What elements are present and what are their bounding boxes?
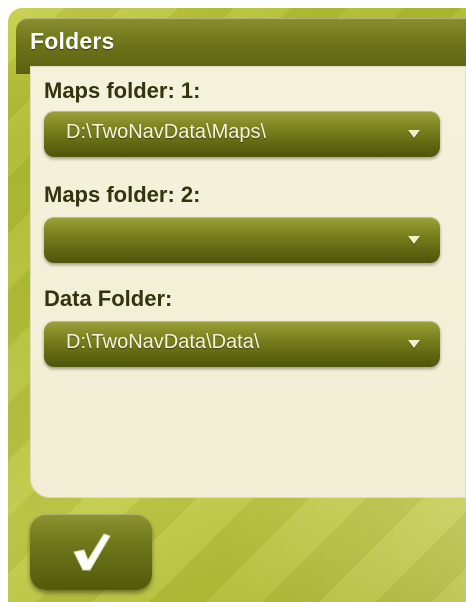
maps-folder-2-label: Maps folder: 2: (44, 182, 201, 207)
panel-title: Folders (30, 28, 115, 54)
chevron-down-icon (408, 236, 420, 244)
maps-folder-1-label: Maps folder: 1: (44, 78, 201, 103)
confirm-button[interactable] (30, 514, 152, 590)
maps-folder-2-dropdown[interactable] (44, 217, 440, 263)
checkmark-icon (73, 533, 111, 571)
maps-folder-1-dropdown[interactable]: D:\TwoNavData\Maps\ (44, 111, 440, 157)
data-folder-label: Data Folder: (44, 286, 173, 311)
data-folder-value: D:\TwoNavData\Data\ (66, 331, 260, 353)
screen: Folders Maps folder: 1: D:\TwoNavData\Ma… (0, 0, 466, 602)
data-folder-dropdown[interactable]: D:\TwoNavData\Data\ (44, 321, 440, 367)
chevron-down-icon (408, 340, 420, 348)
chevron-down-icon (408, 130, 420, 138)
maps-folder-1-value: D:\TwoNavData\Maps\ (66, 121, 267, 143)
